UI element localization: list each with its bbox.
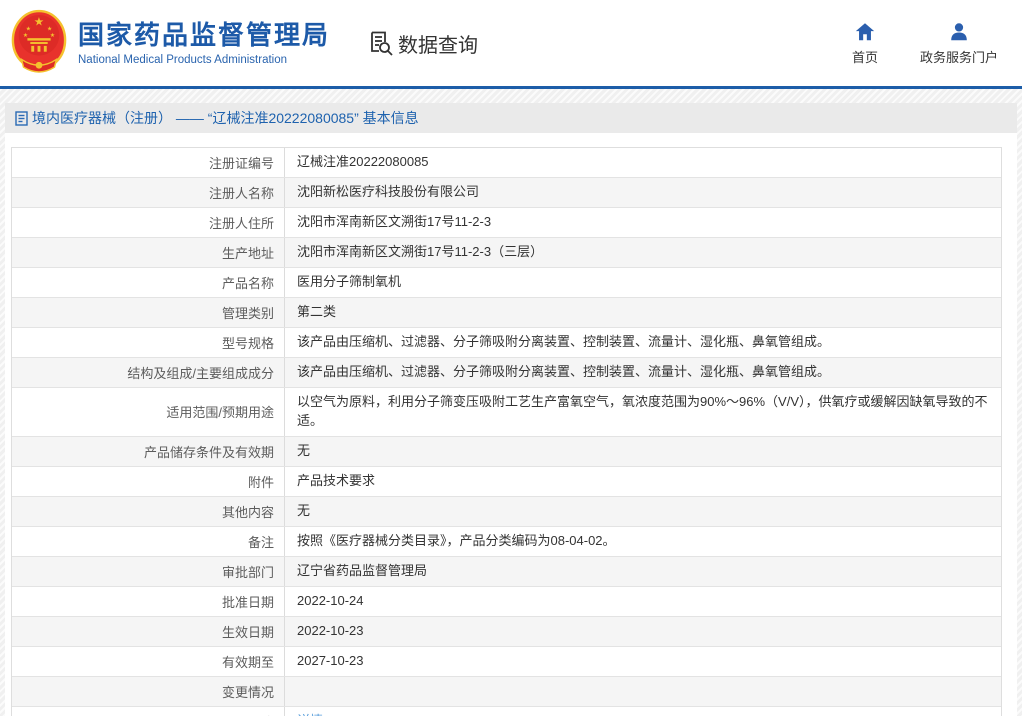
table-row: 审批部门辽宁省药品监督管理局 — [12, 556, 1001, 586]
table-row: 适用范围/预期用途以空气为原料，利用分子筛变压吸附工艺生产富氧空气，氧浓度范围为… — [12, 387, 1001, 436]
table-row: 注册人名称沈阳新松医疗科技股份有限公司 — [12, 177, 1001, 207]
row-label: 注册人名称 — [12, 178, 285, 207]
data-query-icon — [368, 30, 394, 56]
nav-gov-portal-label: 政务服务门户 — [920, 47, 998, 66]
page-body: 境内医疗器械（注册） —— “辽械注准20222080085” 基本信息 注册证… — [0, 89, 1022, 716]
page-title: 境内医疗器械（注册） —— “辽械注准20222080085” 基本信息 — [32, 108, 419, 128]
row-label: 审批部门 — [12, 557, 285, 586]
svg-text:★: ★ — [34, 16, 44, 29]
row-value: 产品技术要求 — [285, 467, 1001, 496]
row-label: 注册证编号 — [12, 148, 285, 177]
svg-text:★: ★ — [23, 32, 28, 39]
svg-text:★: ★ — [47, 25, 52, 32]
data-query-entry[interactable]: 数据查询 — [368, 29, 478, 58]
row-label: 生效日期 — [12, 617, 285, 646]
row-label: 备注 — [12, 527, 285, 556]
row-value: 详情 — [285, 707, 1001, 716]
row-label: 结构及组成/主要组成成分 — [12, 358, 285, 387]
row-label: 变更情况 — [12, 677, 285, 706]
table-row: 附件产品技术要求 — [12, 466, 1001, 496]
row-value — [285, 677, 1001, 706]
row-value: 辽械注准20222080085 — [285, 148, 1001, 177]
row-value: 无 — [285, 437, 1001, 466]
row-label: 产品储存条件及有效期 — [12, 437, 285, 466]
row-value: 沈阳新松医疗科技股份有限公司 — [285, 178, 1001, 207]
row-value: 2027-10-23 — [285, 647, 1001, 676]
table-row: 有效期至2027-10-23 — [12, 646, 1001, 676]
content-panel: 境内医疗器械（注册） —— “辽械注准20222080085” 基本信息 注册证… — [5, 103, 1017, 716]
header-nav: 首页 政务服务门户 — [852, 21, 998, 66]
national-emblem-logo: ★ ★ ★ ★ ★ — [10, 9, 68, 77]
row-value: 沈阳市浑南新区文溯街17号11-2-3 — [285, 208, 1001, 237]
row-value: 该产品由压缩机、过滤器、分子筛吸附分离装置、控制装置、流量计、湿化瓶、鼻氧管组成… — [285, 328, 1001, 357]
table-row: 管理类别第二类 — [12, 297, 1001, 327]
svg-text:★: ★ — [50, 32, 55, 39]
user-icon — [948, 21, 970, 43]
row-label: 生产地址 — [12, 238, 285, 267]
detail-link[interactable]: 详情 — [297, 712, 323, 716]
row-value: 医用分子筛制氧机 — [285, 268, 1001, 297]
row-value: 按照《医疗器械分类目录》，产品分类编码为08-04-02。 — [285, 527, 1001, 556]
row-label: 型号规格 — [12, 328, 285, 357]
row-value: 无 — [285, 497, 1001, 526]
row-value: 2022-10-24 — [285, 587, 1001, 616]
row-label: 适用范围/预期用途 — [12, 388, 285, 436]
brand-title-en: National Medical Products Administration — [78, 54, 330, 66]
table-row: 结构及组成/主要组成成分该产品由压缩机、过滤器、分子筛吸附分离装置、控制装置、流… — [12, 357, 1001, 387]
row-value: 第二类 — [285, 298, 1001, 327]
row-label: 产品名称 — [12, 268, 285, 297]
brand-block: 国家药品监督管理局 National Medical Products Admi… — [78, 20, 330, 65]
brand-title-cn: 国家药品监督管理局 — [78, 20, 330, 51]
nav-gov-portal[interactable]: 政务服务门户 — [920, 21, 998, 66]
table-row: 生效日期2022-10-23 — [12, 616, 1001, 646]
table-row: 生产地址沈阳市浑南新区文溯街17号11-2-3（三层） — [12, 237, 1001, 267]
table-row: 型号规格该产品由压缩机、过滤器、分子筛吸附分离装置、控制装置、流量计、湿化瓶、鼻… — [12, 327, 1001, 357]
panel-titlebar: 境内医疗器械（注册） —— “辽械注准20222080085” 基本信息 — [5, 103, 1017, 133]
table-row: 注册人住所沈阳市浑南新区文溯街17号11-2-3 — [12, 207, 1001, 237]
table-row: 产品储存条件及有效期无 — [12, 436, 1001, 466]
table-row: 注详情 — [12, 706, 1001, 716]
row-value: 辽宁省药品监督管理局 — [285, 557, 1001, 586]
nav-home-label: 首页 — [852, 47, 878, 66]
table-row: 注册证编号辽械注准20222080085 — [12, 148, 1001, 177]
row-label: 注 — [12, 707, 285, 716]
row-value: 2022-10-23 — [285, 617, 1001, 646]
table-row: 其他内容无 — [12, 496, 1001, 526]
table-row: 变更情况 — [12, 676, 1001, 706]
svg-text:★: ★ — [26, 25, 31, 32]
row-label: 其他内容 — [12, 497, 285, 526]
home-icon — [854, 21, 876, 43]
table-row: 批准日期2022-10-24 — [12, 586, 1001, 616]
row-label: 附件 — [12, 467, 285, 496]
row-label: 有效期至 — [12, 647, 285, 676]
table-row: 备注按照《医疗器械分类目录》，产品分类编码为08-04-02。 — [12, 526, 1001, 556]
row-label: 注册人住所 — [12, 208, 285, 237]
nav-home[interactable]: 首页 — [852, 21, 878, 66]
row-label: 批准日期 — [12, 587, 285, 616]
row-value: 沈阳市浑南新区文溯街17号11-2-3（三层） — [285, 238, 1001, 267]
site-header: ★ ★ ★ ★ ★ 国家药品监督管理局 National Medical Pro… — [0, 0, 1022, 86]
row-label: 管理类别 — [12, 298, 285, 327]
table-row: 产品名称医用分子筛制氧机 — [12, 267, 1001, 297]
row-value: 以空气为原料，利用分子筛变压吸附工艺生产富氧空气，氧浓度范围为90%～96%（V… — [285, 388, 1001, 436]
data-query-label: 数据查询 — [398, 29, 478, 58]
document-icon — [15, 111, 28, 126]
info-table: 注册证编号辽械注准20222080085注册人名称沈阳新松医疗科技股份有限公司注… — [11, 147, 1002, 716]
row-value: 该产品由压缩机、过滤器、分子筛吸附分离装置、控制装置、流量计、湿化瓶、鼻氧管组成… — [285, 358, 1001, 387]
